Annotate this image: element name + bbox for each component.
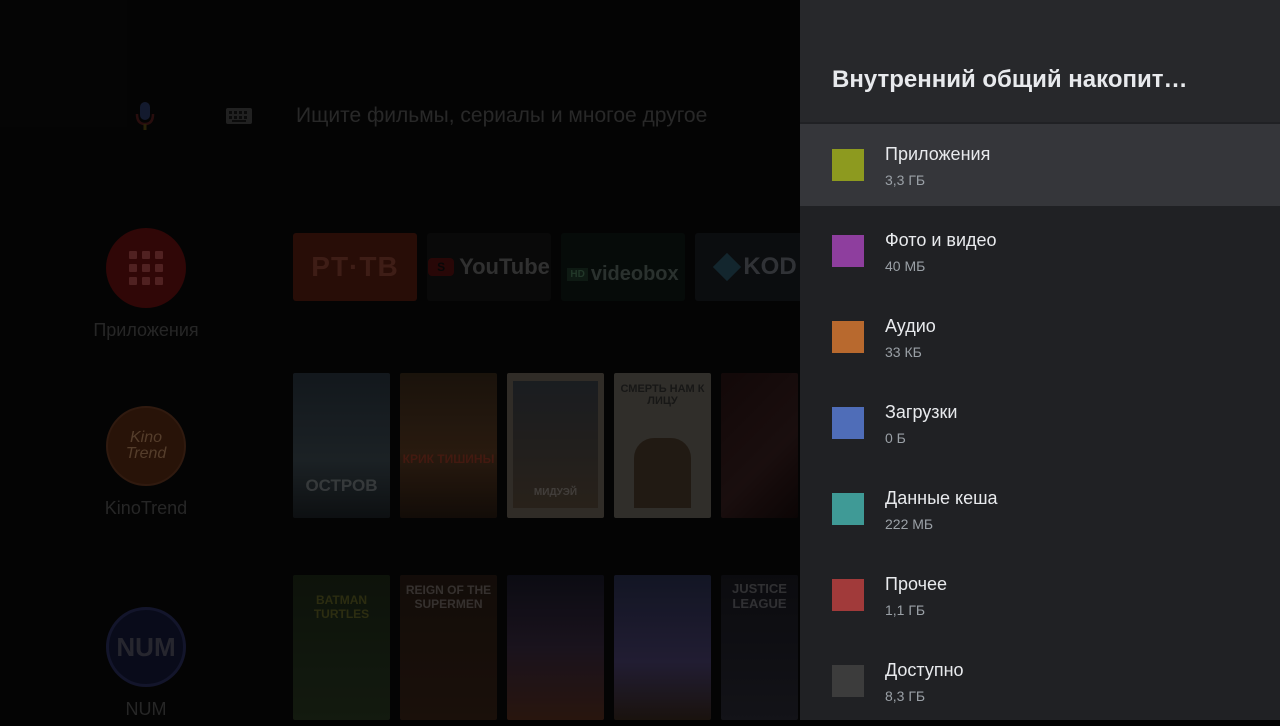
side-item-num[interactable]: NUM NUM: [86, 607, 206, 720]
storage-item-size: 3,3 ГБ: [885, 172, 926, 188]
panel-title: Внутренний общий накопит…: [832, 66, 1188, 93]
app-tile-videobox[interactable]: HD videobox: [561, 233, 685, 301]
kodi-logo: [713, 252, 742, 282]
search-input[interactable]: Ищите фильмы, сериалы и многое другое: [296, 104, 707, 128]
storage-item-size: 1,1 ГБ: [885, 602, 926, 618]
poster[interactable]: КРИК ТИШИНЫ: [400, 373, 497, 518]
side-item-label: NUM: [125, 699, 167, 719]
color-swatch: [832, 149, 864, 181]
side-item-apps[interactable]: Приложения: [86, 228, 206, 341]
app-tile-pttb[interactable]: PT·TB: [293, 233, 417, 301]
storage-item-size: 33 КБ: [885, 344, 922, 360]
poster[interactable]: [507, 575, 604, 720]
poster[interactable]: ОСТРОВ: [293, 373, 390, 518]
storage-panel: Внутренний общий накопит… Приложения 3,3…: [800, 0, 1280, 720]
storage-item-size: 8,3 ГБ: [885, 688, 926, 704]
poster[interactable]: BATMAN TURTLES: [293, 575, 390, 720]
storage-item-other[interactable]: Прочее 1,1 ГБ: [800, 554, 1280, 636]
storage-item-available[interactable]: Доступно 8,3 ГБ: [800, 640, 1280, 722]
app-tile-kodi[interactable]: KOD: [695, 233, 800, 301]
poster[interactable]: СМЕРТЬ НАМ К ЛИЦУ: [614, 373, 711, 518]
color-swatch: [832, 665, 864, 697]
search-bar[interactable]: Ищите фильмы, сериалы и многое другое: [130, 96, 707, 136]
color-swatch: [832, 493, 864, 525]
poster-row-1: ОСТРОВ КРИК ТИШИНЫ МИДУЭЙ СМЕРТЬ НАМ К Л…: [293, 373, 798, 518]
storage-item-audio[interactable]: Аудио 33 КБ: [800, 296, 1280, 378]
kinotrend-logo: Kino Trend: [106, 406, 186, 486]
side-item-kinotrend[interactable]: Kino Trend KinoTrend: [86, 406, 206, 519]
poster[interactable]: [614, 575, 711, 720]
youtube-logo: S: [428, 258, 455, 276]
storage-item-label: Аудио: [885, 316, 936, 336]
mic-icon[interactable]: [130, 99, 160, 133]
storage-item-label: Приложения: [885, 144, 991, 164]
storage-item-downloads[interactable]: Загрузки 0 Б: [800, 382, 1280, 464]
storage-item-size: 222 МБ: [885, 516, 934, 532]
poster[interactable]: REIGN OF THE SUPERMEN: [400, 575, 497, 720]
color-swatch: [832, 321, 864, 353]
storage-item-label: Загрузки: [885, 402, 958, 422]
app-tile-youtube[interactable]: S YouTube: [427, 233, 551, 301]
storage-item-photos-videos[interactable]: Фото и видео 40 МБ: [800, 210, 1280, 292]
poster[interactable]: JUSTICE LEAGUE: [721, 575, 798, 720]
storage-item-size: 40 МБ: [885, 258, 926, 274]
poster[interactable]: МИДУЭЙ: [507, 373, 604, 518]
favorite-apps-row: PT·TB S YouTube HD videobox KOD: [293, 233, 800, 301]
storage-item-label: Прочее: [885, 574, 947, 594]
color-swatch: [832, 235, 864, 267]
num-logo: NUM: [106, 607, 186, 687]
apps-grid-icon: [106, 228, 186, 308]
poster[interactable]: [721, 373, 798, 518]
panel-header: Внутренний общий накопит…: [800, 0, 1280, 122]
storage-item-label: Данные кеша: [885, 488, 998, 508]
storage-item-cache[interactable]: Данные кеша 222 МБ: [800, 468, 1280, 550]
side-item-label: Приложения: [93, 320, 199, 340]
keyboard-icon[interactable]: [224, 105, 254, 127]
side-item-label: KinoTrend: [104, 498, 188, 518]
storage-item-size: 0 Б: [885, 430, 906, 446]
storage-item-apps[interactable]: Приложения 3,3 ГБ: [800, 124, 1280, 206]
storage-item-label: Доступно: [885, 660, 964, 680]
storage-list: Приложения 3,3 ГБ Фото и видео 40 МБ Ауд…: [800, 124, 1280, 726]
launcher-background: Ищите фильмы, сериалы и многое другое Пр…: [0, 0, 800, 720]
poster-row-2: BATMAN TURTLES REIGN OF THE SUPERMEN JUS…: [293, 575, 798, 720]
color-swatch: [832, 579, 864, 611]
color-swatch: [832, 407, 864, 439]
storage-item-label: Фото и видео: [885, 230, 997, 250]
